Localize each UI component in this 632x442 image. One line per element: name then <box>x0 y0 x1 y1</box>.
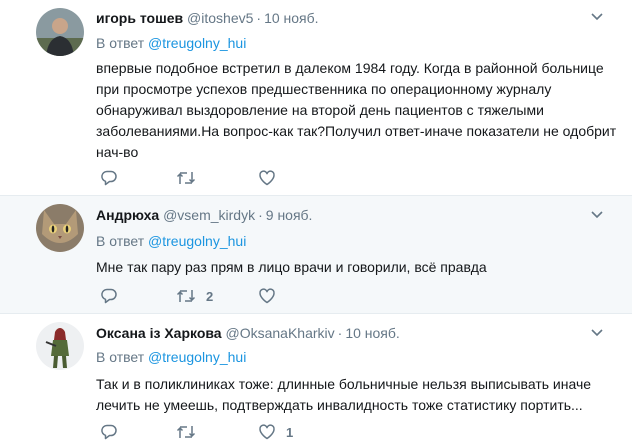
reply-icon <box>101 424 117 440</box>
tweet-header: Оксана із Харкова @OksanaKharkiv · 10 нояб… <box>96 325 400 341</box>
heart-icon <box>259 424 275 440</box>
tweet[interactable]: Андрюха @vsem_kirdyk · 9 нояб. В ответ @tr… <box>0 196 632 314</box>
retweet-icon <box>176 426 196 438</box>
reply-mention-link[interactable]: @treugolny_hui <box>148 349 246 365</box>
avatar[interactable] <box>36 322 84 370</box>
reply-icon <box>101 288 117 304</box>
reply-button[interactable] <box>100 168 118 188</box>
retweet-button[interactable] <box>176 422 206 442</box>
reply-prefix: В ответ <box>96 233 149 249</box>
tweet-header: Андрюха @vsem_kirdyk · 9 нояб. <box>96 207 312 223</box>
chevron-down-icon[interactable] <box>590 210 604 220</box>
retweet-icon <box>176 290 196 302</box>
reply-icon <box>101 170 117 186</box>
retweet-icon <box>176 172 196 184</box>
separator-dot: · <box>256 10 262 26</box>
tweet-header: игорь тошев @itoshev5 · 10 нояб. <box>96 10 319 26</box>
tweet-time[interactable]: 9 нояб. <box>266 207 313 223</box>
chevron-down-icon[interactable] <box>590 12 604 22</box>
separator-dot: · <box>337 325 343 341</box>
reply-context: В ответ @treugolny_hui <box>96 233 246 249</box>
user-name[interactable]: Андрюха <box>96 207 159 223</box>
reply-prefix: В ответ <box>96 349 149 365</box>
chevron-down-icon[interactable] <box>590 328 604 338</box>
like-count: 1 <box>286 424 294 440</box>
reply-mention-link[interactable]: @treugolny_hui <box>148 35 246 51</box>
avatar[interactable] <box>36 204 84 252</box>
tweet-text: Мне так пару раз прям в лицо врачи и гов… <box>96 259 487 275</box>
tweet-time[interactable]: 10 нояб. <box>264 10 318 26</box>
tweet-text: впервые подобное встретил в далеком 1984… <box>96 60 617 160</box>
user-name[interactable]: Оксана із Харкова <box>96 325 222 341</box>
reply-mention-link[interactable]: @treugolny_hui <box>148 233 246 249</box>
reply-context: В ответ @treugolny_hui <box>96 349 246 365</box>
tweet[interactable]: Оксана із Харкова @OksanaKharkiv · 10 нояб… <box>0 314 632 442</box>
separator-dot: · <box>258 207 263 223</box>
heart-icon <box>259 170 275 186</box>
user-handle[interactable]: @itoshev5 <box>187 10 253 26</box>
avatar[interactable] <box>36 8 84 56</box>
reply-button[interactable] <box>100 422 118 442</box>
user-name[interactable]: игорь тошев <box>96 10 183 26</box>
tweet-time[interactable]: 10 нояб. <box>345 325 399 341</box>
user-handle[interactable]: @vsem_kirdyk <box>163 207 255 223</box>
retweet-count: 2 <box>206 288 214 304</box>
user-handle[interactable]: @OksanaKharkiv <box>225 325 334 341</box>
retweet-button[interactable]: 2 <box>176 286 213 306</box>
retweet-button[interactable] <box>176 168 206 188</box>
like-button[interactable] <box>258 168 286 188</box>
reply-context: В ответ @treugolny_hui <box>96 35 246 51</box>
like-button[interactable] <box>258 286 286 306</box>
tweet[interactable]: игорь тошев @itoshev5 · 10 нояб. В ответ @… <box>0 0 632 196</box>
heart-icon <box>259 288 275 304</box>
tweet-text: Так и в поликлиниках тоже: длинные больн… <box>96 376 592 413</box>
reply-button[interactable] <box>100 286 118 306</box>
like-button[interactable]: 1 <box>258 422 293 442</box>
reply-prefix: В ответ <box>96 35 149 51</box>
